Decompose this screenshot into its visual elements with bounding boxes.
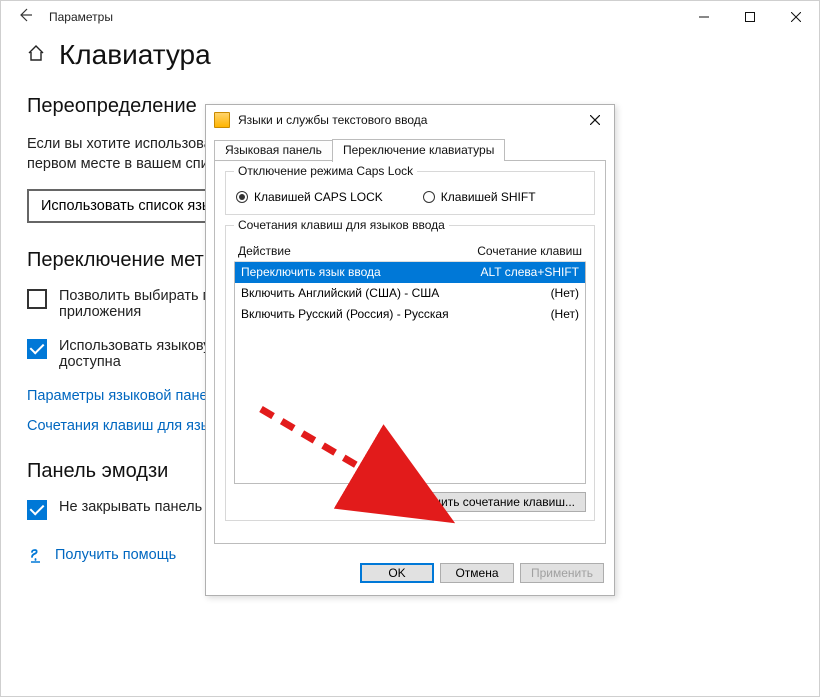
- window-titlebar: Параметры: [1, 1, 819, 33]
- tab-language-panel[interactable]: Языковая панель: [214, 140, 333, 162]
- capslock-group: Отключение режима Caps Lock Клавишей CAP…: [225, 171, 595, 215]
- checkbox-label: Позволить выбирать м приложения: [59, 288, 213, 320]
- radio-capslock[interactable]: Клавишей CAPS LOCK: [236, 190, 383, 204]
- cancel-button[interactable]: Отмена: [440, 563, 514, 583]
- radio-label: Клавишей CAPS LOCK: [254, 190, 383, 204]
- list-item[interactable]: Включить Русский (Россия) - Русская (Нет…: [235, 304, 585, 325]
- col-action: Действие: [238, 244, 291, 258]
- group-legend: Отключение режима Caps Lock: [234, 164, 417, 178]
- close-button[interactable]: [773, 1, 819, 33]
- col-combo: Сочетание клавиш: [477, 244, 582, 258]
- radio-icon: [236, 191, 248, 203]
- hotkey-list[interactable]: Переключить язык ввода ALT слева+SHIFT В…: [234, 262, 586, 484]
- dialog-icon: [214, 112, 230, 128]
- list-item[interactable]: Переключить язык ввода ALT слева+SHIFT: [235, 262, 585, 283]
- home-icon[interactable]: [27, 44, 45, 67]
- dialog-tabs: Языковая панель Переключение клавиатуры: [214, 139, 606, 161]
- page-title: Клавиатура: [59, 39, 211, 71]
- table-header: Действие Сочетание клавиш: [234, 244, 586, 262]
- dialog-titlebar: Языки и службы текстового ввода: [206, 105, 614, 135]
- checkbox-icon: [27, 289, 47, 309]
- back-icon[interactable]: [17, 7, 33, 27]
- list-item[interactable]: Включить Английский (США) - США (Нет): [235, 283, 585, 304]
- window-title: Параметры: [49, 10, 113, 24]
- apply-button[interactable]: Применить: [520, 563, 604, 583]
- hotkey-group: Сочетания клавиш для языков ввода Действ…: [225, 225, 595, 521]
- tab-keyboard-switch[interactable]: Переключение клавиатуры: [332, 139, 505, 161]
- checkbox-label: Использовать языкову доступна: [59, 338, 210, 370]
- radio-shift[interactable]: Клавишей SHIFT: [423, 190, 536, 204]
- maximize-button[interactable]: [727, 1, 773, 33]
- checkbox-icon: [27, 500, 47, 520]
- ok-button[interactable]: OK: [360, 563, 434, 583]
- radio-icon: [423, 191, 435, 203]
- minimize-button[interactable]: [681, 1, 727, 33]
- dialog-close-button[interactable]: [582, 109, 608, 131]
- radio-label: Клавишей SHIFT: [441, 190, 536, 204]
- dialog-footer: OK Отмена Применить: [206, 553, 614, 595]
- change-hotkey-button[interactable]: Сменить сочетание клавиш...: [400, 492, 586, 512]
- help-icon: [27, 546, 45, 564]
- checkbox-icon: [27, 339, 47, 359]
- group-legend: Сочетания клавиш для языков ввода: [234, 218, 449, 232]
- text-services-dialog: Языки и службы текстового ввода Языковая…: [205, 104, 615, 596]
- tab-body: Отключение режима Caps Lock Клавишей CAP…: [214, 160, 606, 544]
- dialog-title: Языки и службы текстового ввода: [238, 113, 427, 127]
